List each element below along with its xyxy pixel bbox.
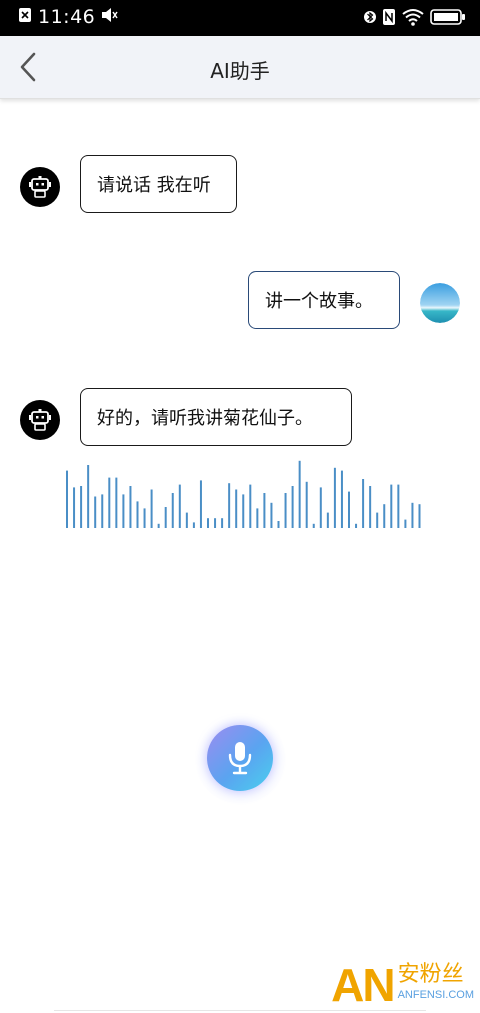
message-text: 讲一个故事。 xyxy=(265,291,373,312)
nfc-icon xyxy=(382,8,396,30)
waveform-bar xyxy=(164,507,167,528)
waveform-bar xyxy=(66,470,68,528)
microphone-icon xyxy=(228,742,252,775)
bot-message-bubble: 好的，请听我讲菊花仙子。 xyxy=(80,388,352,446)
waveform-bar xyxy=(235,489,238,528)
status-time: 11:46 xyxy=(38,6,96,28)
audio-waveform xyxy=(66,460,421,528)
waveform-bar xyxy=(122,494,125,528)
waveform-bar xyxy=(171,493,174,528)
waveform-bar xyxy=(277,521,280,528)
waveform-bar xyxy=(157,523,160,528)
bot-message-bubble: 请说话 我在听 xyxy=(80,155,237,213)
microphone-button[interactable] xyxy=(207,725,273,791)
watermark-cn: 安粉丝 xyxy=(397,962,464,987)
waveform-bar xyxy=(108,477,111,528)
waveform-bar xyxy=(263,493,266,528)
speaker-icon xyxy=(101,7,119,27)
waveform-bar xyxy=(249,484,252,528)
waveform-bar xyxy=(228,483,231,528)
close-box-icon xyxy=(18,7,32,27)
waveform-bar xyxy=(333,467,336,528)
waveform-bar xyxy=(319,487,322,528)
bot-avatar xyxy=(20,167,60,207)
bot-avatar xyxy=(20,400,60,440)
waveform-bar xyxy=(411,502,414,528)
waveform-bar xyxy=(256,508,259,528)
waveform-bar xyxy=(101,494,104,528)
waveform-bar xyxy=(362,479,365,528)
waveform-bar xyxy=(129,486,132,528)
message-text: 好的，请听我讲菊花仙子。 xyxy=(97,408,313,429)
waveform-bar xyxy=(115,477,118,528)
waveform-bar xyxy=(221,518,224,528)
user-message-bubble: 讲一个故事。 xyxy=(248,271,400,329)
watermark-en: ANFENSI.COM xyxy=(397,989,474,1001)
waveform-bar xyxy=(418,504,421,528)
waveform-bar xyxy=(143,508,146,528)
waveform-bar xyxy=(312,523,315,528)
waveform-bar xyxy=(80,486,83,528)
status-bar: 11:46 xyxy=(0,0,480,36)
waveform-bar xyxy=(369,486,372,528)
waveform-bar xyxy=(150,489,153,528)
waveform-bar xyxy=(73,487,76,528)
waveform-bar xyxy=(214,518,217,528)
app-header: AI助手 xyxy=(0,36,480,99)
waveform-bar xyxy=(185,512,188,528)
waveform-bar xyxy=(242,494,245,528)
watermark-an: AN xyxy=(331,959,395,1011)
waveform-bar xyxy=(192,522,195,528)
waveform-bar xyxy=(355,523,358,528)
bottom-divider xyxy=(54,1010,426,1011)
watermark-logo: AN 安粉丝 ANFENSI.COM xyxy=(331,962,474,1008)
waveform-bar xyxy=(87,465,90,528)
bluetooth-icon xyxy=(364,8,376,30)
waveform-bar xyxy=(298,460,301,528)
waveform-bar xyxy=(94,496,97,528)
waveform-bar xyxy=(404,519,407,528)
page-title: AI助手 xyxy=(210,59,270,83)
waveform-bar xyxy=(178,484,181,528)
robot-icon xyxy=(29,409,51,431)
waveform-bar xyxy=(376,512,379,528)
waveform-bar xyxy=(383,504,386,528)
user-avatar xyxy=(420,283,460,323)
battery-icon xyxy=(430,9,466,29)
waveform-bar xyxy=(136,501,139,528)
waveform-bar xyxy=(340,470,343,528)
waveform-bar xyxy=(207,518,209,528)
waveform-bar xyxy=(390,484,393,528)
waveform-bar xyxy=(305,481,308,528)
waveform-bar xyxy=(397,484,400,528)
waveform-bar xyxy=(199,480,202,528)
waveform-bar xyxy=(291,486,294,528)
robot-icon xyxy=(29,176,51,198)
waveform-bar xyxy=(348,491,350,528)
waveform-bar xyxy=(270,502,273,528)
message-text: 请说话 我在听 xyxy=(97,175,211,196)
waveform-bar xyxy=(284,493,287,528)
wifi-icon xyxy=(402,8,424,30)
waveform-bar xyxy=(326,512,329,528)
